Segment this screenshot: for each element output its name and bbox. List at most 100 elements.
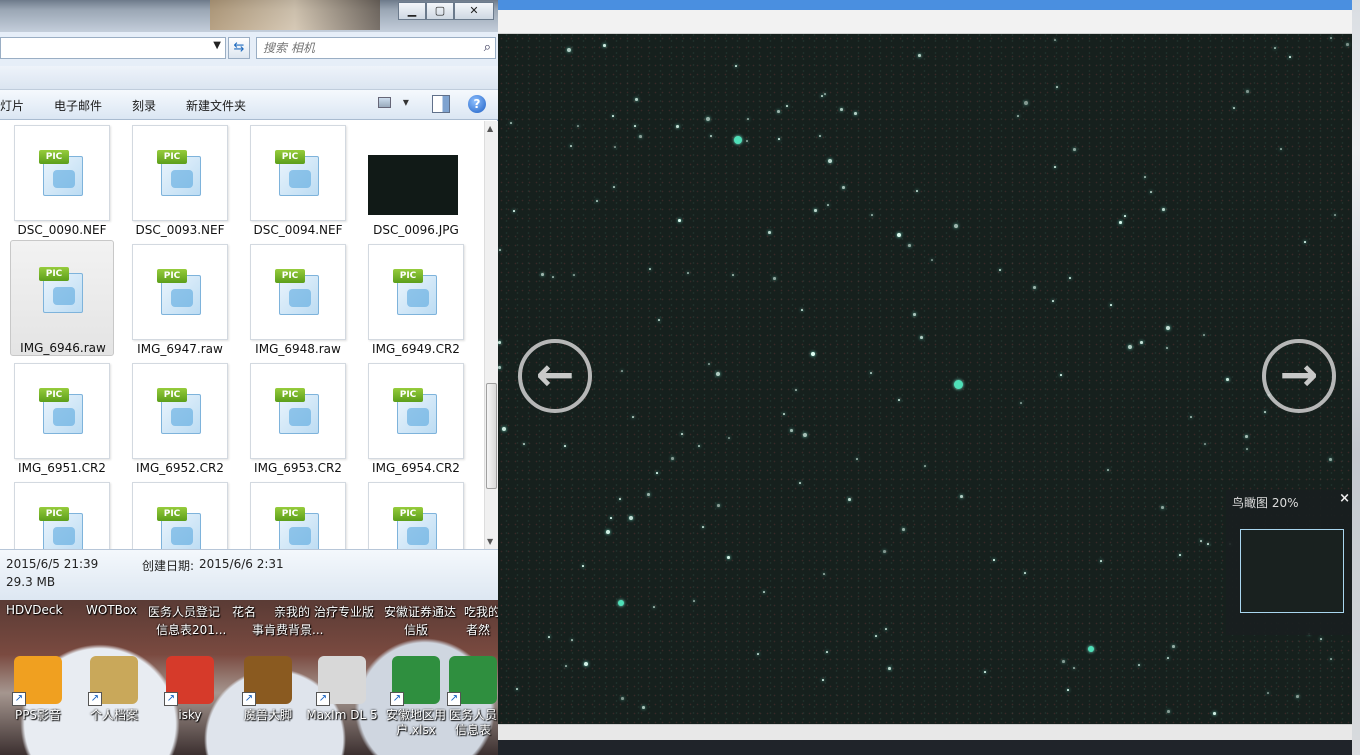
next-image-button[interactable]: → — [1262, 339, 1336, 413]
file-item[interactable]: PIC IMG_6948.raw — [236, 242, 348, 358]
star-point — [924, 465, 926, 467]
star-point — [856, 458, 858, 460]
toolbar-new-folder-button[interactable]: 新建文件夹 — [186, 97, 246, 114]
chevron-down-icon[interactable]: ▼ — [213, 40, 221, 51]
star-point — [888, 667, 891, 670]
desktop-shortcut[interactable]: ↗ isky — [148, 654, 232, 754]
app-icon: ↗ — [390, 656, 440, 706]
file-thumbnail: PIC — [14, 482, 110, 549]
file-item[interactable]: PIC IMG_6954.CR2 — [354, 361, 466, 477]
file-item[interactable]: PIC — [0, 480, 112, 549]
minimize-button[interactable]: ▁ — [398, 2, 426, 20]
star-point — [778, 138, 780, 140]
star-point — [999, 269, 1001, 271]
star-point — [632, 416, 634, 418]
view-options-button[interactable]: ▾ — [378, 95, 418, 115]
birdseye-viewport[interactable] — [1240, 529, 1344, 613]
explorer-title-bar[interactable]: ▁ ▢ ✕ — [0, 0, 498, 32]
file-name: IMG_6947.raw — [137, 342, 223, 356]
file-thumbnail: PIC — [14, 363, 110, 459]
toolbar-email-button[interactable]: 电子邮件 — [54, 97, 102, 114]
file-item[interactable]: PIC — [118, 480, 230, 549]
scrollbar-thumb[interactable] — [486, 383, 497, 489]
scroll-up-icon[interactable]: ▲ — [487, 124, 493, 133]
desktop-shortcut[interactable]: ↗ 魔兽大脚 — [226, 654, 310, 754]
search-box[interactable]: ⌕ — [256, 37, 496, 59]
file-item[interactable]: PIC — [236, 480, 348, 549]
pic-tag: PIC — [157, 388, 187, 402]
toolbar-slideshow-button[interactable]: 灯片 — [0, 97, 24, 114]
refresh-button[interactable]: ⇆ — [228, 37, 250, 59]
scroll-down-icon[interactable]: ▼ — [487, 537, 493, 546]
desktop-icon-row-labels: HDVDeck WOTBox 医务人员登记 花名 亲我的 治疗专业版 安徽证券通… — [0, 603, 500, 637]
file-size: 29.3 MB — [6, 575, 56, 589]
file-item[interactable]: PIC IMG_6949.CR2 — [354, 242, 466, 358]
star-point — [1167, 710, 1170, 713]
file-thumbnail: PIC — [132, 244, 228, 340]
star-point — [510, 122, 512, 124]
toolbar-burn-button[interactable]: 刻录 — [132, 97, 156, 114]
previous-image-button[interactable]: ← — [518, 339, 592, 413]
star-point — [570, 145, 572, 147]
file-thumbnail: PIC — [14, 125, 110, 221]
star-point — [993, 559, 995, 561]
file-thumbnail: PIC — [132, 363, 228, 459]
file-item[interactable]: PIC DSC_0090.NEF — [0, 123, 112, 239]
close-button[interactable]: ✕ — [454, 2, 494, 20]
star-point — [1020, 402, 1022, 404]
star-point — [871, 214, 873, 216]
picture-file-icon: PIC — [39, 388, 85, 434]
star-point — [639, 135, 642, 138]
desktop-shortcut-label: 个人档案 — [89, 708, 138, 722]
star-point — [1054, 39, 1056, 41]
desktop-label: 治疗专业版 — [314, 605, 375, 619]
file-name: IMG_6953.CR2 — [254, 461, 342, 475]
star-point — [801, 309, 803, 311]
star-point — [516, 688, 518, 690]
file-item[interactable]: DSC_0096.JPG — [354, 123, 466, 239]
file-thumbnail: PIC — [368, 363, 464, 459]
puzzle-shape — [53, 527, 75, 545]
help-icon[interactable]: ? — [468, 95, 486, 113]
desktop-shortcut[interactable]: ↗ MaxIm DL 5 — [300, 654, 384, 754]
file-item[interactable]: PIC IMG_6951.CR2 — [0, 361, 112, 477]
star-point — [1107, 469, 1109, 471]
star-point — [1033, 286, 1036, 289]
close-icon[interactable]: × — [1339, 491, 1350, 506]
bright-star — [954, 380, 963, 389]
star-point — [582, 565, 584, 567]
desktop-shortcut[interactable]: ↗ PPS影音 — [0, 654, 80, 754]
file-item[interactable]: PIC IMG_6953.CR2 — [236, 361, 348, 477]
star-point — [918, 54, 921, 57]
pic-tag: PIC — [39, 150, 69, 164]
address-bar[interactable]: ▼ — [0, 37, 226, 59]
star-point — [823, 573, 825, 575]
preview-pane-icon[interactable] — [432, 95, 450, 113]
file-item[interactable]: PIC DSC_0093.NEF — [118, 123, 230, 239]
birdseye-panel: 鸟瞰图 20% × — [1226, 490, 1352, 635]
picture-file-icon: PIC — [39, 507, 85, 549]
star-point — [757, 653, 759, 655]
picture-file-icon: PIC — [157, 269, 203, 315]
star-point — [635, 98, 638, 101]
app-icon: ↗ — [447, 656, 497, 706]
search-input[interactable] — [257, 38, 457, 58]
file-item[interactable]: PIC — [354, 480, 466, 549]
file-item[interactable]: PIC DSC_0094.NEF — [236, 123, 348, 239]
desktop-shortcut[interactable]: ↗ 医务人员信息表 — [446, 654, 500, 754]
desktop-label: 花名 — [232, 605, 257, 619]
star-point — [573, 274, 575, 276]
pic-tag: PIC — [275, 269, 305, 283]
file-list-scrollbar[interactable]: ▲ ▼ — [484, 121, 498, 549]
maximize-button[interactable]: ▢ — [426, 2, 454, 20]
star-point — [1329, 458, 1332, 461]
star-point — [1138, 664, 1140, 666]
star-point — [727, 556, 730, 559]
bright-star — [618, 600, 624, 606]
viewer-title-bar[interactable] — [498, 0, 1360, 10]
file-item[interactable]: PIC IMG_6952.CR2 — [118, 361, 230, 477]
desktop-shortcut[interactable]: ↗ 个人档案 — [72, 654, 156, 754]
file-item[interactable]: PIC IMG_6946.raw — [10, 240, 114, 356]
file-item[interactable]: PIC IMG_6947.raw — [118, 242, 230, 358]
search-icon[interactable]: ⌕ — [484, 40, 491, 55]
